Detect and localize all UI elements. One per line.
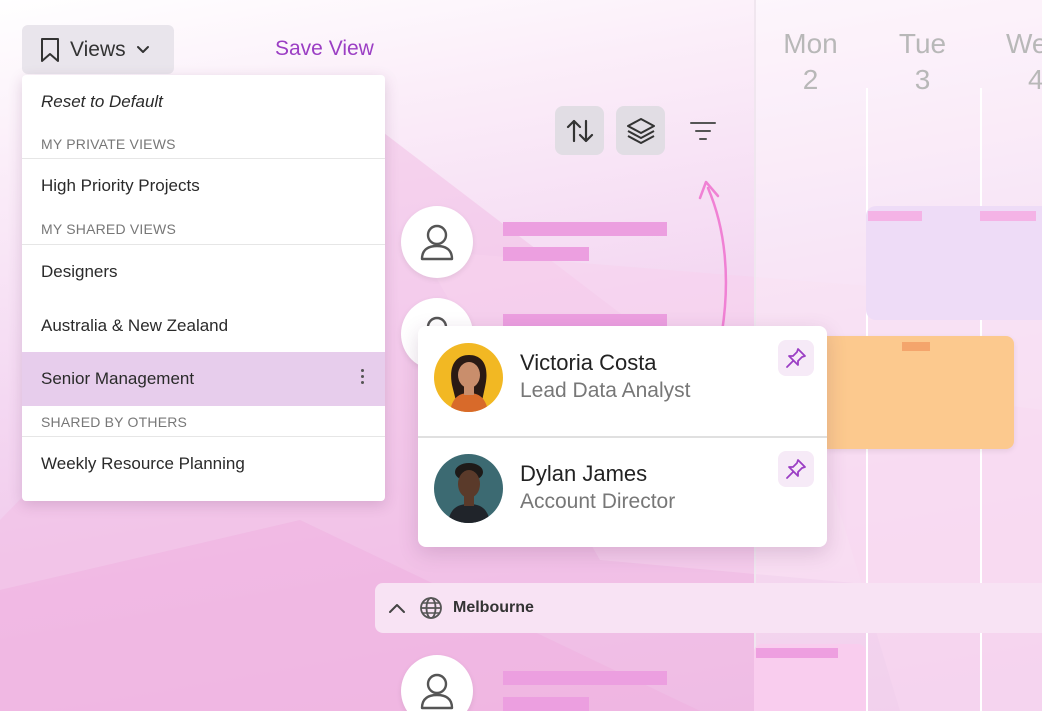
reset-to-default-item[interactable]: Reset to Default — [22, 87, 385, 117]
menu-item-weekly-resource-planning[interactable]: Weekly Resource Planning — [22, 437, 385, 491]
chevron-down-icon — [136, 45, 149, 53]
person-row-dylan-james[interactable]: Dylan James Account Director — [418, 437, 827, 547]
calendar-event[interactable] — [826, 336, 1014, 449]
views-button[interactable]: Views — [22, 25, 174, 74]
avatar — [434, 343, 503, 412]
placeholder-bar — [503, 222, 667, 236]
filter-button[interactable] — [683, 113, 723, 149]
globe-icon — [420, 597, 442, 619]
layers-button[interactable] — [616, 106, 665, 155]
day-header-wed: We 4 — [1006, 28, 1042, 95]
menu-item-label: Senior Management — [41, 369, 195, 388]
user-icon — [420, 673, 454, 710]
person-role: Lead Data Analyst — [520, 379, 691, 402]
pin-icon — [786, 348, 806, 368]
person-row-victoria-costa[interactable]: Victoria Costa Lead Data Analyst — [418, 326, 827, 436]
pin-icon — [786, 459, 806, 479]
user-icon — [420, 224, 454, 261]
user-avatar-placeholder[interactable] — [401, 655, 473, 711]
avatar — [434, 454, 503, 523]
menu-item-high-priority-projects[interactable]: High Priority Projects — [22, 159, 385, 213]
person-role: Account Director — [520, 490, 676, 513]
menu-item-senior-management[interactable]: Senior Management — [22, 352, 385, 406]
people-popup-card: Victoria Costa Lead Data Analyst Dylan J… — [418, 326, 827, 547]
views-dropdown-menu: Reset to Default MY PRIVATE VIEWS High P… — [22, 75, 385, 501]
save-view-link[interactable]: Save View — [275, 37, 374, 61]
pin-button[interactable] — [778, 451, 814, 487]
section-header-private: MY PRIVATE VIEWS — [41, 136, 176, 152]
calendar-event[interactable] — [866, 206, 1042, 320]
sort-button[interactable] — [555, 106, 604, 155]
menu-item-australia-new-zealand[interactable]: Australia & New Zealand — [22, 299, 385, 352]
pin-button[interactable] — [778, 340, 814, 376]
person-name: Dylan James — [520, 461, 648, 486]
placeholder-bar — [503, 671, 667, 685]
section-header-shared-by-others: SHARED BY OTHERS — [41, 414, 188, 430]
day-header-tue: Tue 3 — [898, 28, 947, 95]
menu-item-designers[interactable]: Designers — [22, 245, 385, 299]
filter-icon — [690, 122, 716, 140]
more-options-icon[interactable] — [361, 369, 365, 387]
chevron-up-icon[interactable] — [387, 601, 407, 615]
user-avatar-placeholder[interactable] — [401, 206, 473, 278]
views-button-label: Views — [70, 37, 126, 61]
layers-icon — [626, 117, 655, 144]
placeholder-bar — [503, 247, 589, 261]
day-header-mon: Mon 2 — [783, 28, 838, 95]
section-header-shared: MY SHARED VIEWS — [41, 221, 176, 237]
bookmark-icon — [41, 37, 59, 62]
person-name: Victoria Costa — [520, 350, 657, 375]
group-row-melbourne[interactable]: Melbourne — [375, 583, 1042, 633]
sort-arrows-icon — [566, 119, 593, 142]
group-label: Melbourne — [453, 599, 534, 616]
calendar-event[interactable] — [754, 644, 866, 711]
placeholder-bar — [503, 697, 589, 711]
